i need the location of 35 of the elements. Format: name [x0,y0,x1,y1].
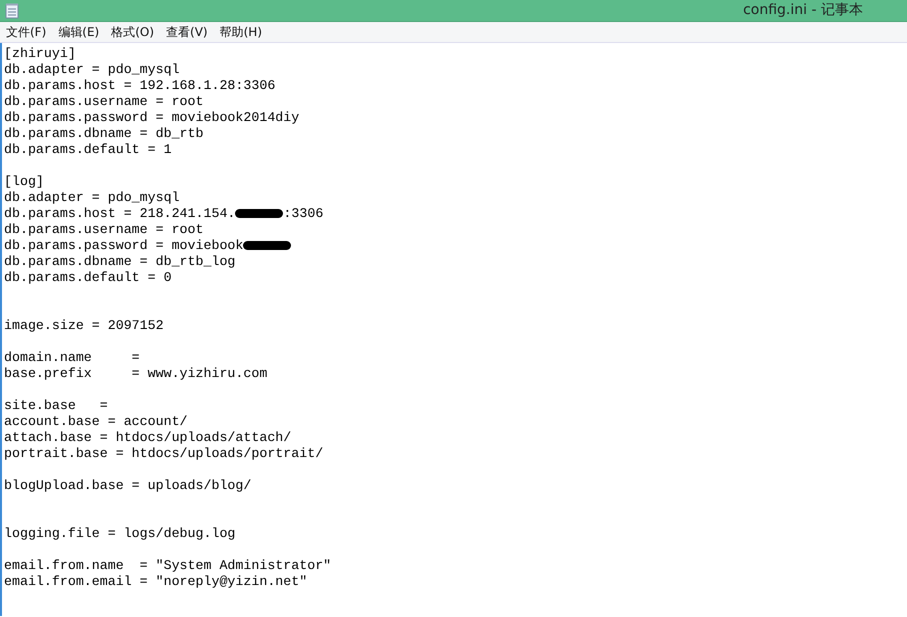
text-line: logging.file = logs/debug.log [4,526,236,542]
redaction-mark [243,240,292,250]
text-line: db.params.host = 192.168.1.28:3306 [4,78,276,94]
menu-item[interactable]: 帮助(H) [214,22,268,42]
window-title: config.ini - 记事本 [743,1,863,20]
text-line: db.params.dbname = db_rtb_log [4,254,236,270]
text-line: :3306 [283,206,324,221]
text-line: db.params.dbname = db_rtb [4,126,204,142]
menu-item[interactable]: 文件(F) [0,22,52,42]
text-line: account.base = account/ [4,414,189,430]
text-line: [zhiruyi] [4,46,77,62]
text-line: email.from.name = ″System Administrator″ [4,558,332,574]
text-line: email.from.email = ″noreply@yizin.net″ [4,574,308,590]
text-line: db.params.default = 1 [4,142,173,158]
text-line: [log] [4,174,45,190]
notepad-icon [5,2,19,18]
text-line: base.prefix = www.yizhiru.com [4,366,268,382]
text-line: db.adapter = pdo_mysql [4,190,181,206]
text-line: db.params.password = moviebook2014diy [4,110,300,126]
text-line: blogUpload.base = uploads/blog/ [4,478,252,494]
text-line: db.params.host = 218.241.154. [4,206,236,221]
menu-item[interactable]: 格式(O) [105,22,160,42]
text-line: site.base = [4,398,109,414]
text-line: db.params.username = root [4,94,204,110]
redaction-mark [235,208,284,218]
menu-item[interactable]: 查看(V) [160,22,214,42]
text-line: portrait.base = htdocs/uploads/portrait/ [4,446,324,462]
text-line: db.params.username = root [4,222,204,238]
text-line: db.params.password = moviebook [4,238,244,253]
menu-item[interactable]: 编辑(E) [52,22,106,42]
text-line: db.adapter = pdo_mysql [4,62,181,78]
text-line: image.size = 2097152 [4,318,165,334]
text-line: domain.name = [4,350,141,366]
text-line: db.params.default = 0 [4,270,173,286]
text-line: attach.base = htdocs/uploads/attach/ [4,430,292,446]
